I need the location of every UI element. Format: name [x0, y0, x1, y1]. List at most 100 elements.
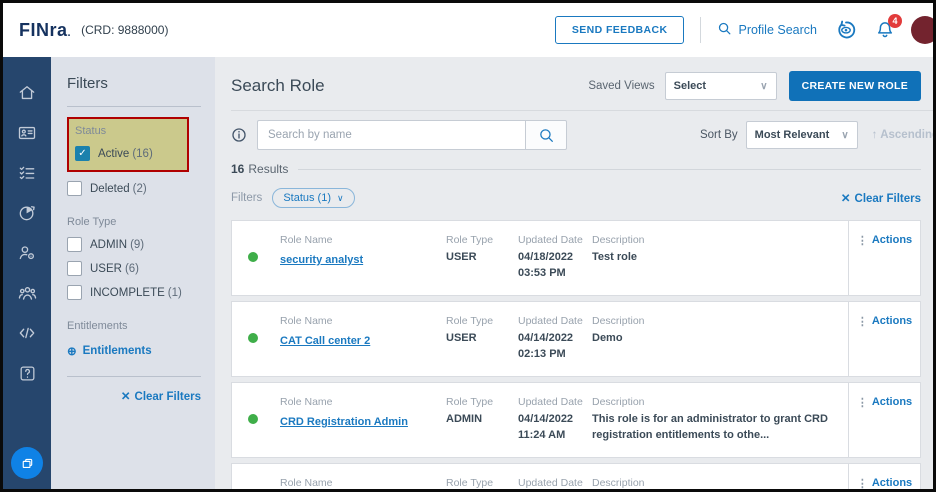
filters-divider [67, 106, 201, 107]
search-button[interactable] [525, 120, 567, 150]
role-name-link[interactable]: CRD Registration Admin [280, 416, 408, 428]
code-icon[interactable] [3, 313, 51, 353]
role-type-value: USER [446, 331, 493, 347]
active-status-dot [248, 333, 258, 343]
row-actions-button[interactable]: ⋮ Actions [848, 221, 920, 295]
page-title: Search Role [231, 76, 325, 96]
checkbox-deleted[interactable] [67, 181, 82, 196]
actions-label: Actions [872, 234, 912, 246]
results-count: 16 [231, 162, 244, 176]
role-name-column-label: Role Name [280, 234, 363, 246]
description-value: Demo [592, 331, 850, 347]
description-column-label: Description [592, 477, 850, 489]
pie-chart-icon[interactable] [3, 193, 51, 233]
updated-date-column-label: Updated Date [518, 315, 583, 327]
filter-checkbox-incomplete[interactable]: INCOMPLETE(1) [67, 285, 201, 300]
actions-label: Actions [872, 315, 912, 327]
role-name-link[interactable]: security analyst [280, 254, 363, 266]
home-icon[interactable] [3, 73, 51, 113]
description-value: Test role [592, 250, 850, 266]
clear-filters-button[interactable]: ✕Clear Filters [841, 191, 921, 205]
status-filter-chip[interactable]: Status (1) ∨ [272, 188, 354, 208]
send-feedback-button[interactable]: SEND FEEDBACK [555, 16, 685, 44]
checklist-icon[interactable] [3, 153, 51, 193]
people-group-icon[interactable] [3, 273, 51, 313]
description-column-label: Description [592, 234, 850, 246]
notification-count-badge: 4 [888, 14, 902, 28]
results-list: Role Name security analyst Role Type USE… [231, 220, 921, 489]
updated-date-value: 04/14/2022 [518, 412, 583, 428]
sort-select[interactable]: Most Relevant ∨ [746, 121, 858, 149]
checkbox-active[interactable]: ✓ [75, 146, 90, 161]
kebab-icon: ⋮ [857, 234, 868, 247]
profile-search-link[interactable]: Profile Search [717, 21, 817, 39]
nav-rail [3, 57, 51, 489]
updated-date-value: 04/18/2022 [518, 250, 583, 266]
help-icon[interactable] [3, 353, 51, 393]
filter-checkbox-deleted[interactable]: Deleted(2) [67, 181, 201, 196]
info-icon [231, 127, 247, 143]
filters-panel: Filters Status ✓ Active(16) Deleted(2) R… [51, 57, 215, 489]
updated-date-column-label: Updated Date [518, 396, 583, 408]
active-status-dot [248, 414, 258, 424]
table-row: Role Name Compliance dept Role Type USER… [231, 463, 921, 489]
sort-by-label: Sort By [700, 129, 738, 141]
role-type-column-label: Role Type [446, 396, 493, 408]
row-actions-button[interactable]: ⋮ Actions [848, 302, 920, 376]
entitlements-link[interactable]: ⊕ Entitlements [67, 344, 201, 358]
chevron-down-icon: ∨ [760, 81, 767, 92]
arrow-up-icon: ↑ [872, 129, 878, 141]
row-actions-button[interactable]: ⋮ Actions [848, 464, 920, 489]
header-divider [700, 17, 701, 43]
chevron-down-icon: ∨ [337, 193, 344, 204]
main-content: Search Role Saved Views Select ∨ CREATE … [215, 57, 933, 489]
ascending-toggle[interactable]: ↑ Ascending [872, 129, 933, 141]
kebab-icon: ⋮ [857, 396, 868, 409]
role-name-column-label: Role Name [280, 315, 370, 327]
panel-clear-filters[interactable]: ✕Clear Filters [67, 389, 201, 403]
saved-views-select[interactable]: Select ∨ [665, 72, 777, 100]
kebab-icon: ⋮ [857, 477, 868, 489]
role-type-value: USER [446, 250, 493, 266]
table-row: Role Name CAT Call center 2 Role Type US… [231, 301, 921, 377]
saved-views-label: Saved Views [588, 80, 654, 92]
search-icon [717, 21, 732, 39]
description-column-label: Description [592, 396, 850, 408]
role-type-value: ADMIN [446, 412, 493, 428]
role-type-group-label: Role Type [67, 216, 201, 228]
search-input[interactable] [257, 120, 525, 150]
row-actions-button[interactable]: ⋮ Actions [848, 383, 920, 457]
role-type-column-label: Role Type [446, 234, 493, 246]
role-type-column-label: Role Type [446, 477, 493, 489]
filter-checkbox-admin[interactable]: ADMIN(9) [67, 237, 201, 252]
close-icon: ✕ [121, 391, 131, 403]
user-gear-icon[interactable] [3, 233, 51, 273]
close-icon: ✕ [841, 193, 851, 205]
checkbox-admin[interactable] [67, 237, 82, 252]
filter-checkbox-active[interactable]: ✓ Active(16) [75, 146, 179, 161]
role-name-link[interactable]: CAT Call center 2 [280, 335, 370, 347]
panel-bottom-divider [67, 376, 201, 377]
updated-time-value: 03:53 PM [518, 266, 583, 282]
windows-icon[interactable] [11, 447, 43, 479]
create-new-role-button[interactable]: CREATE NEW ROLE [789, 71, 921, 101]
updated-time-value: 02:13 PM [518, 347, 583, 363]
updated-date-value: 04/14/2022 [518, 331, 583, 347]
checkbox-incomplete[interactable] [67, 285, 82, 300]
role-name-column-label: Role Name [280, 477, 369, 489]
actions-label: Actions [872, 396, 912, 408]
results-word: Results [248, 162, 288, 176]
filter-checkbox-user[interactable]: USER(6) [67, 261, 201, 276]
status-group-label: Status [75, 125, 179, 137]
app-window: FINra. (CRD: 9888000) SEND FEEDBACK Prof… [0, 0, 936, 492]
recently-viewed-icon[interactable] [835, 19, 857, 41]
chevron-down-icon: ∨ [841, 130, 848, 141]
finra-logo: FINra. [19, 20, 71, 41]
notifications-bell-icon[interactable]: 4 [875, 20, 895, 40]
status-filter-highlight: Status ✓ Active(16) [67, 117, 189, 172]
role-name-column-label: Role Name [280, 396, 408, 408]
id-card-icon[interactable] [3, 113, 51, 153]
top-bar: FINra. (CRD: 9888000) SEND FEEDBACK Prof… [3, 3, 933, 57]
user-avatar[interactable] [911, 16, 936, 44]
checkbox-user[interactable] [67, 261, 82, 276]
